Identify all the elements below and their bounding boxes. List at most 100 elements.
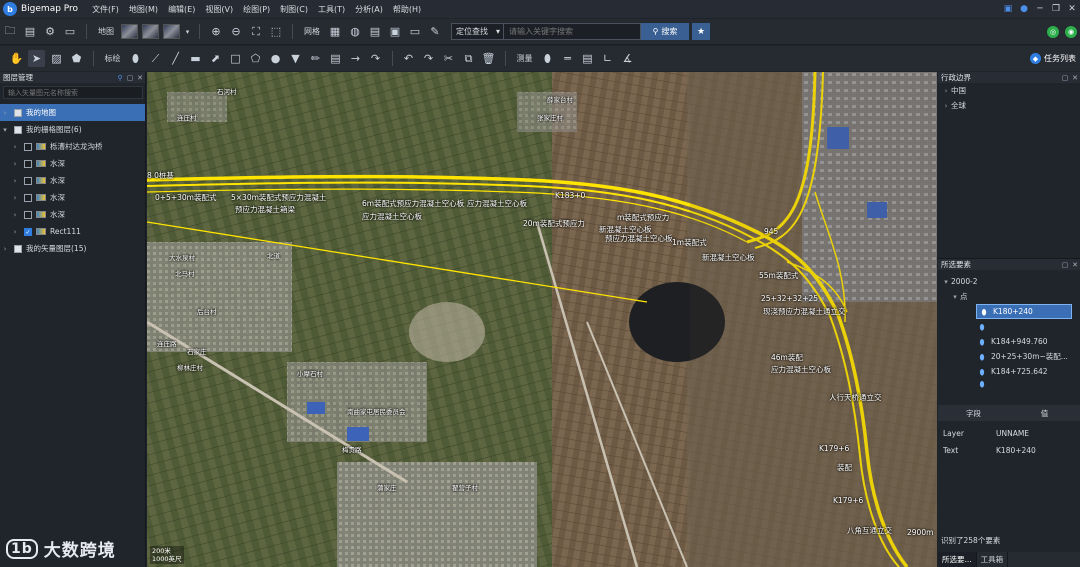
copy-icon[interactable]: ⧉ [460,50,477,67]
menu-help[interactable]: 帮助(H) [393,4,421,15]
feature-item[interactable]: ⬮ [938,319,1080,334]
measure-angle-icon[interactable]: ∟ [599,50,616,67]
tree-item-raster[interactable]: › 水深 [0,172,145,189]
map-annotation-label[interactable]: 55m装配式 [759,270,798,281]
expand-icon[interactable]: › [0,245,10,253]
triangle-icon[interactable]: ▼ [287,50,304,67]
close-icon[interactable]: ✕ [1070,261,1080,269]
feature-item[interactable]: ⬮ 20+25+30m~装配... [938,349,1080,364]
map-annotation-label[interactable]: 20m装配式预应力 [523,218,585,229]
wechat-icon[interactable]: ◎ [1047,25,1059,38]
expand-icon[interactable]: › [10,177,20,185]
pin-icon[interactable]: ▢ [125,74,135,82]
tab-selected-features[interactable]: 所选要... [938,552,977,567]
feature-item[interactable]: ⬮ [938,379,1080,389]
layer-search-input[interactable] [3,86,143,99]
text-edit-icon[interactable]: ✏ [307,50,324,67]
circle-icon[interactable]: ● [267,50,284,67]
tree-item-raster-layers[interactable]: ▾ 我的栅格图层(6) [0,121,145,138]
lasso-icon[interactable]: ⬟ [68,50,85,67]
feature-item[interactable]: ⬮ K180+240 [976,304,1072,319]
measure-azimuth-icon[interactable]: ∡ [619,50,636,67]
polyline-icon[interactable]: ⟋ [147,50,164,67]
folder-icon[interactable]: ▭ [407,23,424,40]
map-annotation-label[interactable]: 6m装配式预应力混凝土空心板 [362,198,464,209]
tree-item-raster[interactable]: › 水深 [0,206,145,223]
feature-subgroup[interactable]: ▾ 点 [938,289,1080,304]
expand-icon[interactable]: › [10,160,20,168]
close-icon[interactable]: ✕ [135,74,145,82]
line-icon[interactable]: ╱ [167,50,184,67]
chevron-down-icon[interactable]: ▾ [184,23,192,40]
menu-analysis[interactable]: 分析(A) [355,4,383,15]
select-pointer-icon[interactable]: ➤ [28,50,45,67]
menu-map[interactable]: 地图(M) [129,4,158,15]
feature-item[interactable]: ⬮ K184+949.760 [938,334,1080,349]
collapse-icon[interactable]: ▾ [950,293,960,301]
map-source-thumb-3[interactable] [163,24,180,39]
checkbox[interactable] [24,176,32,185]
zoom-extent-icon[interactable]: ⛶ [248,23,265,40]
delete-icon[interactable]: 🗑 [480,50,497,67]
menu-file[interactable]: 文件(F) [92,4,119,15]
map-source-thumb-1[interactable] [121,24,138,39]
menu-tools[interactable]: 工具(T) [318,4,345,15]
brush-icon[interactable]: ✎ [427,23,444,40]
tree-item-vector-layers[interactable]: › 我的矢量图层(15) [0,240,145,257]
close-icon[interactable]: ✕ [1070,74,1080,82]
region-item-global[interactable]: › 全球 [938,98,1080,113]
map-annotation-label[interactable]: 0+5+30m装配式 [155,192,216,203]
map-annotation-label[interactable]: 1m装配式 [672,237,707,248]
globe-icon[interactable]: ◍ [347,23,364,40]
pan-hand-icon[interactable]: ✋ [8,50,25,67]
expand-icon[interactable]: › [10,143,20,151]
map-annotation-label[interactable]: m装配式预应力 [617,212,669,223]
checkbox[interactable] [14,108,22,117]
map-canvas[interactable]: 8 0桩基 0+5+30m装配式 预应力混凝土箱梁 5×30m装配式预应力混凝土 应力混… [147,72,937,567]
close-button[interactable]: ✕ [1064,4,1080,14]
map-annotation-label[interactable]: 八角互通立交 [847,525,892,536]
menu-cartography[interactable]: 制图(C) [280,4,308,15]
measure-area-icon[interactable]: ▤ [579,50,596,67]
map-annotation-label[interactable]: 预应力混凝土箱梁 [235,204,295,215]
map-annotation-label[interactable]: 新混凝土空心板 [702,252,755,263]
menu-draw[interactable]: 绘图(P) [243,4,270,15]
map-annotation-label[interactable]: 应力混凝土空心板 [467,198,527,209]
marker-pin-icon[interactable]: ⬮ [127,50,144,67]
zoom-in-icon[interactable]: ⊕ [208,23,225,40]
map-annotation-label[interactable]: 现浇预应力混凝土通立交 [763,306,846,317]
search-icon[interactable]: ⚲ [115,74,125,82]
tree-item-raster[interactable]: › 水深 [0,189,145,206]
curve-arrow-icon[interactable]: ↷ [367,50,384,67]
checkbox[interactable] [14,244,22,253]
layers-icon[interactable]: ▣ [387,23,404,40]
map-source-thumb-2[interactable] [142,24,159,39]
map-annotation-label[interactable]: 945 [764,227,778,236]
share-icon[interactable]: ◉ [1065,25,1077,38]
menu-edit[interactable]: 编辑(E) [168,4,195,15]
collapse-icon[interactable]: ▾ [0,126,10,134]
fullscreen-icon[interactable]: ⬚ [268,23,285,40]
rectangle-icon[interactable]: ▬ [187,50,204,67]
polygon-icon[interactable]: ⬠ [247,50,264,67]
user-icon[interactable]: ● [1016,4,1032,14]
cut-icon[interactable]: ✂ [440,50,457,67]
collapse-icon[interactable]: ▾ [941,278,951,286]
checkbox[interactable] [24,193,32,202]
map-annotation-label[interactable]: 新混凝土空心板 [599,224,652,235]
map-annotation-label[interactable]: K179+6 [833,496,863,505]
undo-icon[interactable]: ↶ [400,50,417,67]
map-annotation-label[interactable]: 人行天桥通立交 [829,392,882,403]
open-folder-icon[interactable]: 🗀 [2,23,19,40]
search-button[interactable]: ⚲ 搜索 [641,23,689,40]
search-input[interactable] [504,24,640,39]
measure-point-icon[interactable]: ⬮ [539,50,556,67]
pin-icon[interactable]: ▢ [1060,74,1070,82]
map-annotation-label[interactable]: K183+0 [555,191,585,200]
pin-icon[interactable]: ▢ [1060,261,1070,269]
checkbox[interactable]: ✓ [24,227,32,236]
favorite-button[interactable]: ★ [692,23,710,40]
expand-icon[interactable]: › [10,211,20,219]
document-icon[interactable]: ▤ [327,50,344,67]
grid-icon[interactable]: ▦ [327,23,344,40]
